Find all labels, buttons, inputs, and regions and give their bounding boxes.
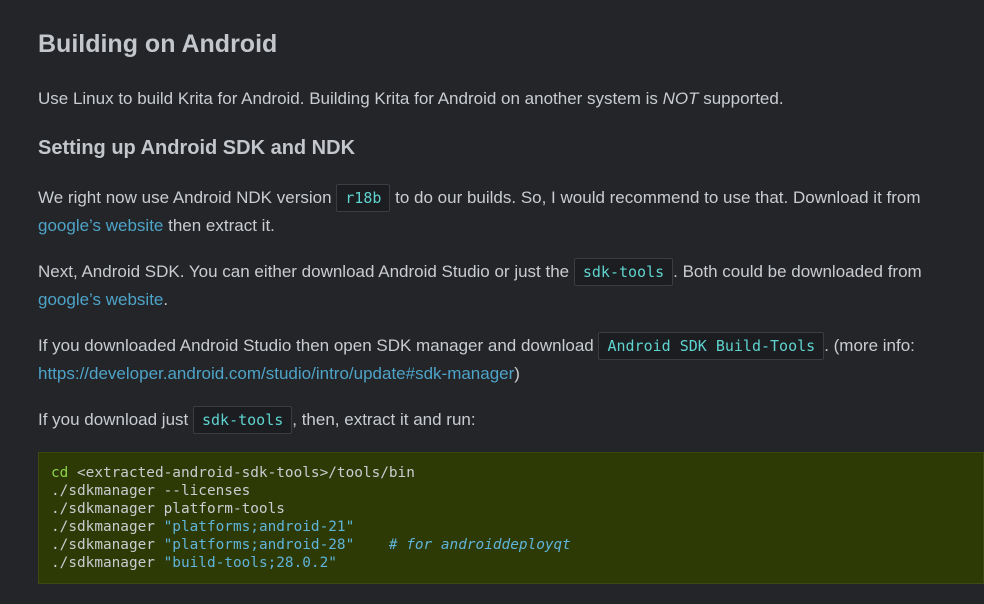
intro-emphasis: NOT (662, 89, 699, 108)
sdk-text-1: Next, Android SDK. You can either downlo… (38, 262, 574, 281)
build-tools-paragraph: If you downloaded Android Studio then op… (38, 332, 968, 388)
code-string: "platforms;android-21" (163, 519, 355, 535)
extract-text-2: , then, extract it and run: (292, 410, 476, 429)
section-heading: Setting up Android SDK and NDK (38, 137, 356, 159)
code-line-1: cd <extracted-android-sdk-tools>/tools/b… (51, 464, 971, 482)
ndk-download-link[interactable]: google’s website (38, 216, 163, 235)
code-comment: # for androiddeployqt (388, 537, 571, 553)
code-block[interactable]: cd <extracted-android-sdk-tools>/tools/b… (38, 452, 984, 584)
sdk-tools-code-2: sdk-tools (192, 406, 293, 434)
ndk-paragraph: We right now use Android NDK version r18… (38, 184, 968, 240)
code-line-4: ./sdkmanager "platforms;android-21" (51, 518, 971, 536)
code-command: ./sdkmanager (51, 555, 164, 571)
code-text: <extracted-android-sdk-tools>/tools/bin (68, 465, 415, 481)
build-tools-code: Android SDK Build-Tools (598, 332, 825, 360)
build-tools-text-3: ) (514, 364, 520, 383)
code-padding (354, 537, 389, 553)
ndk-text-3: then extract it. (163, 216, 275, 235)
code-line-5: ./sdkmanager "platforms;android-28" # fo… (51, 536, 971, 554)
build-tools-text-1: If you downloaded Android Studio then op… (38, 336, 599, 355)
code-line-6: ./sdkmanager "build-tools;28.0.2" (51, 554, 971, 572)
intro-text-after: supported. (698, 89, 784, 108)
page-title: Building on Android (38, 30, 278, 58)
ndk-version-code: r18b (336, 184, 391, 212)
extract-text-1: If you download just (38, 410, 193, 429)
code-string: "build-tools;28.0.2" (163, 555, 337, 571)
code-command: ./sdkmanager (51, 519, 164, 535)
code-string: "platforms;android-28" (163, 537, 355, 553)
intro-paragraph: Use Linux to build Krita for Android. Bu… (38, 85, 968, 113)
extract-paragraph: If you download just sdk-tools, then, ex… (38, 406, 968, 434)
sdk-download-link[interactable]: google’s website (38, 290, 163, 309)
code-line-2: ./sdkmanager --licenses (51, 483, 251, 499)
sdk-tools-code: sdk-tools (573, 258, 674, 286)
ndk-text-1: We right now use Android NDK version (38, 188, 337, 207)
intro-text-before: Use Linux to build Krita for Android. Bu… (38, 89, 663, 108)
code-command: ./sdkmanager (51, 537, 164, 553)
code-line-3: ./sdkmanager platform-tools (51, 501, 285, 517)
ndk-text-2: to do our builds. So, I would recommend … (390, 188, 921, 207)
build-tools-text-2: . (more info: (824, 336, 915, 355)
sdk-paragraph: Next, Android SDK. You can either downlo… (38, 258, 968, 314)
sdk-text-3: . (163, 290, 169, 309)
code-keyword: cd (51, 465, 69, 481)
sdk-manager-info-link[interactable]: https://developer.android.com/studio/int… (38, 364, 514, 383)
sdk-text-2: . Both could be downloaded from (673, 262, 922, 281)
